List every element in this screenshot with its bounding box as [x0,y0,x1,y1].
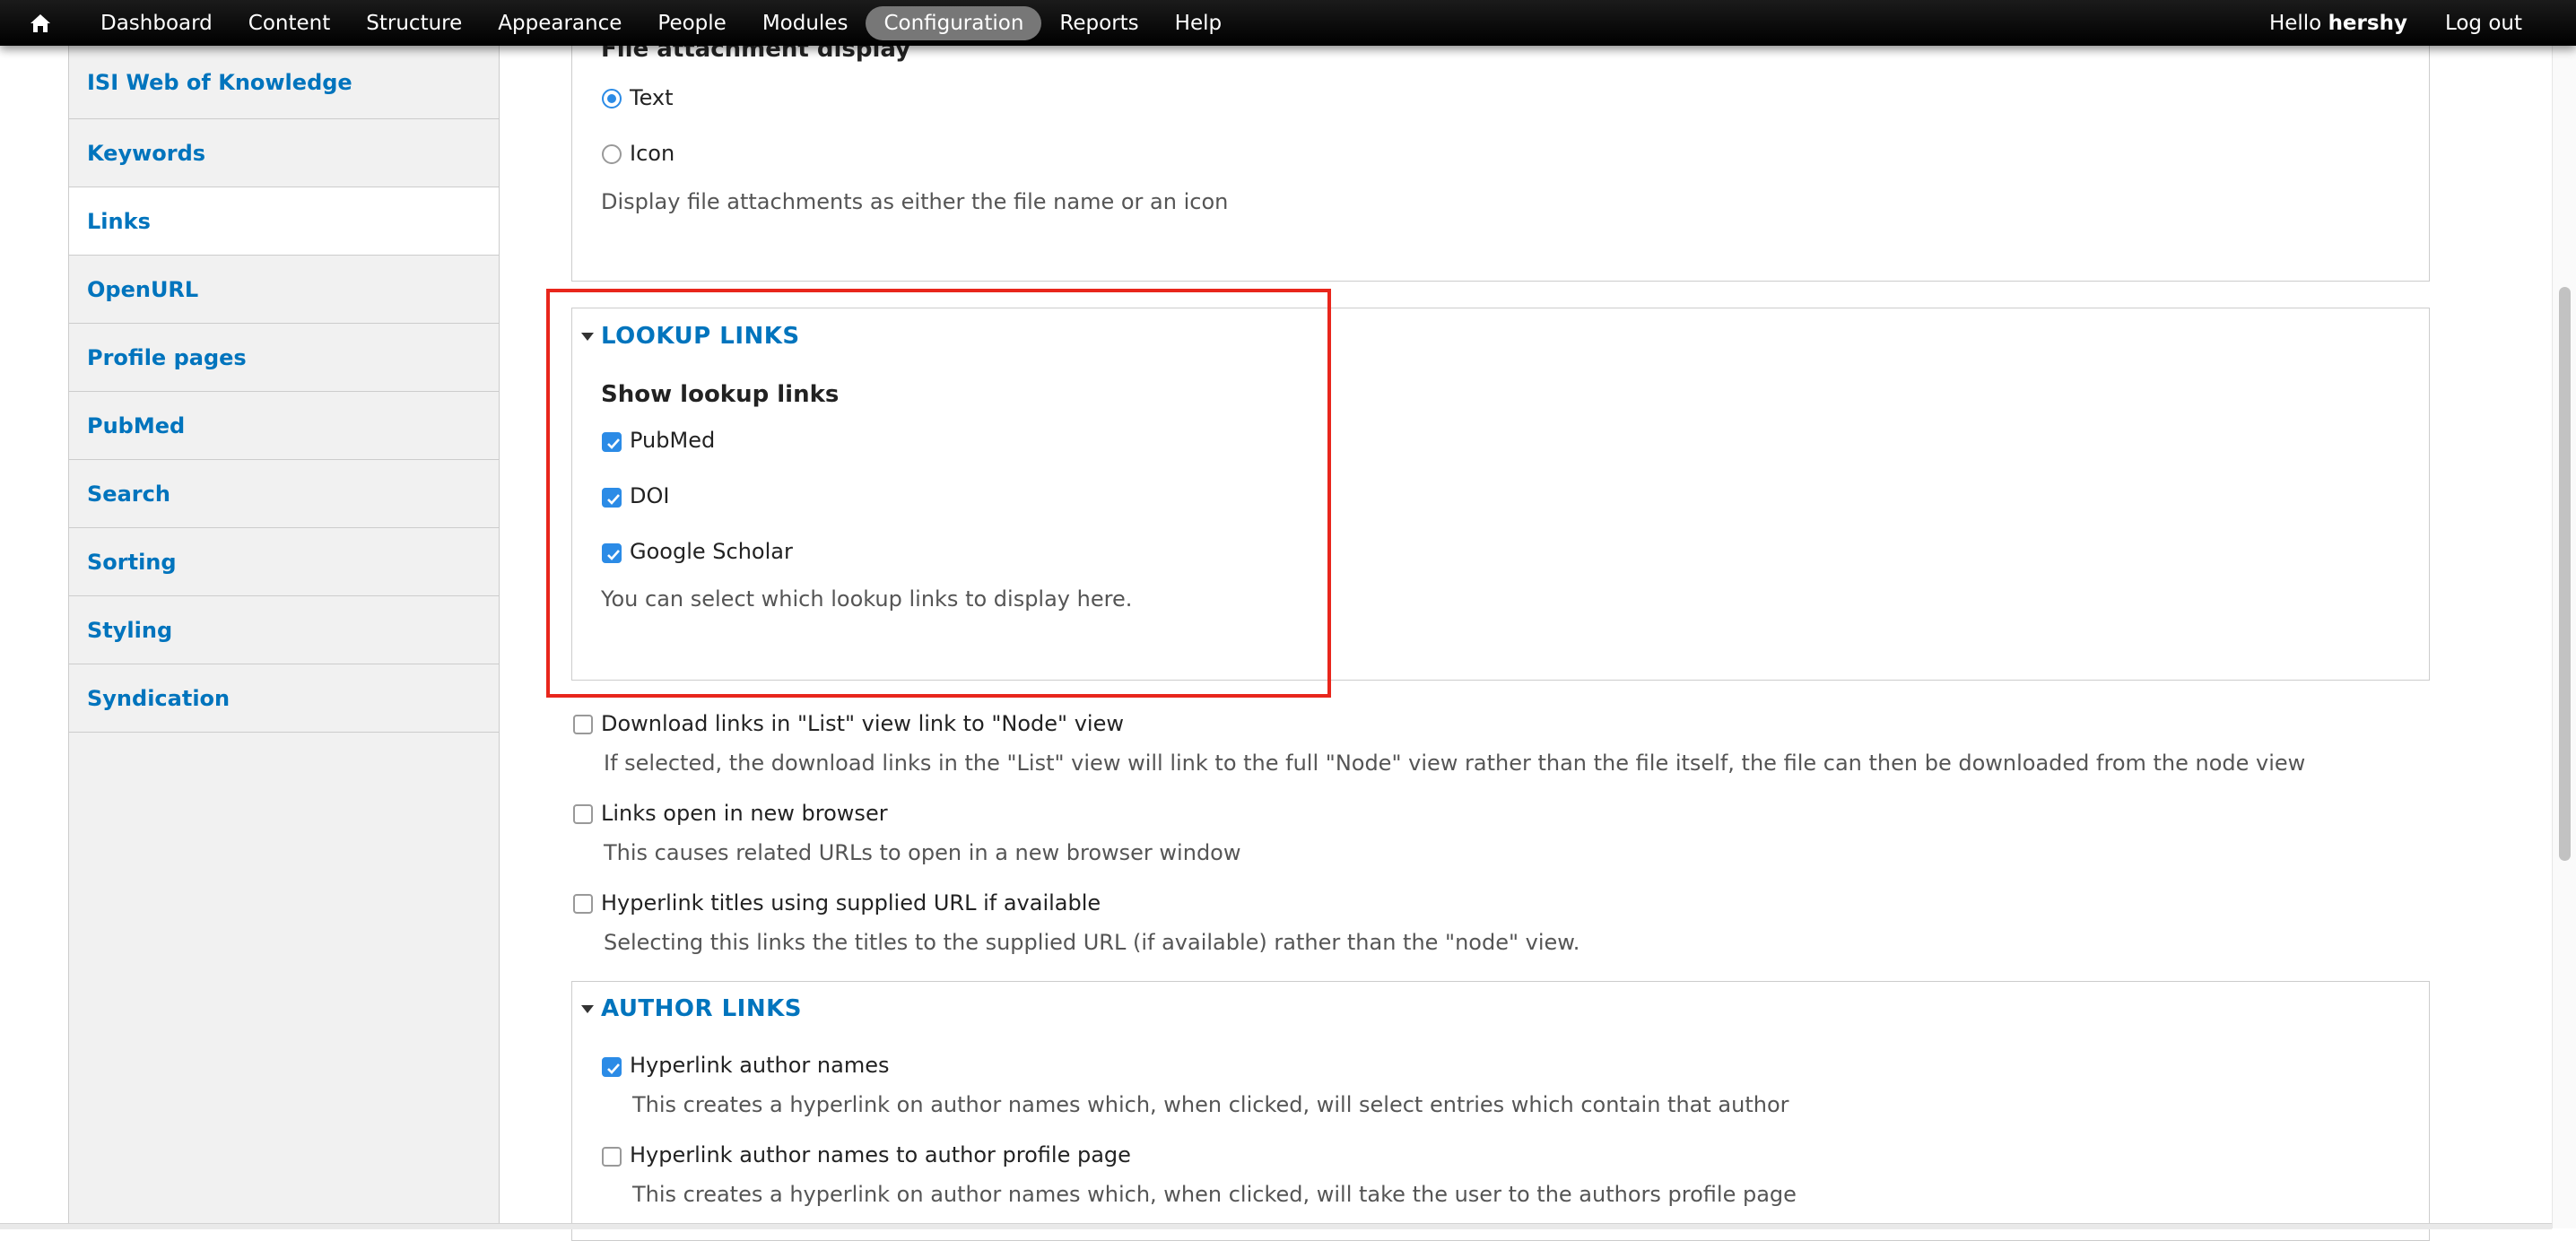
toolbar-item-configuration[interactable]: Configuration [866,5,1042,40]
lookup-links-description: You can select which lookup links to dis… [601,586,1133,612]
checkbox-author-profile-page[interactable] [602,1147,622,1167]
toolbar-item-structure[interactable]: Structure [348,6,480,40]
checkbox-hyperlink-author-names-label[interactable]: Hyperlink author names [630,1053,889,1078]
checkbox-doi[interactable] [602,488,622,508]
home-icon[interactable] [25,8,56,39]
scrollbar-thumb[interactable] [2559,287,2571,861]
user-greeting: Hello hershy [2269,12,2407,35]
checkmark-icon [607,550,620,560]
collapse-triangle-icon [581,332,594,341]
sidebar-item-keywords[interactable]: Keywords [69,119,499,187]
toolbar-item-modules[interactable]: Modules [744,6,866,40]
checkmark-icon [607,494,620,505]
sidebar-item-links[interactable]: Links [69,187,499,256]
checkbox-hyperlink-author-names[interactable] [602,1057,622,1077]
vertical-tabs-sidebar: ISI Web of Knowledge Keywords Links Open… [68,46,500,1228]
checkbox-hyperlink-titles-label[interactable]: Hyperlink titles using supplied URL if a… [601,890,1101,916]
radio-text-label[interactable]: Text [630,85,674,110]
toolbar-item-people[interactable]: People [640,6,744,40]
file-attachment-description: Display file attachments as either the f… [601,189,1229,214]
author-links-legend-label[interactable]: AUTHOR LINKS [601,995,802,1022]
admin-toolbar: Dashboard Content Structure Appearance P… [0,0,2576,46]
sidebar-item-profile-pages[interactable]: Profile pages [69,324,499,392]
sidebar-item-sorting[interactable]: Sorting [69,528,499,596]
toolbar-item-content[interactable]: Content [231,6,348,40]
checkbox-hyperlink-titles[interactable] [573,894,593,914]
checkbox-author-profile-page-label[interactable]: Hyperlink author names to author profile… [630,1142,1131,1167]
checkmark-icon [607,1063,620,1074]
checkbox-links-new-browser[interactable] [573,804,593,824]
toolbar-item-help[interactable]: Help [1157,6,1240,40]
download-links-description: If selected, the download links in the "… [604,751,2306,776]
checkbox-download-links-label[interactable]: Download links in "List" view link to "N… [601,711,1124,736]
greeting-prefix: Hello [2268,11,2328,35]
toolbar-item-dashboard[interactable]: Dashboard [83,6,231,40]
checkbox-pubmed[interactable] [602,432,622,452]
username[interactable]: hershy [2328,12,2407,35]
checkbox-download-links-node-view[interactable] [573,715,593,734]
checkbox-pubmed-label[interactable]: PubMed [630,428,715,453]
logout-link[interactable]: Log out [2445,12,2522,35]
toolbar-item-reports[interactable]: Reports [1041,6,1156,40]
sidebar-item-openurl[interactable]: OpenURL [69,256,499,324]
collapse-triangle-icon [581,1004,594,1013]
radio-icon[interactable] [602,144,622,164]
author-profile-page-description: This creates a hyperlink on author names… [632,1182,1797,1207]
author-links-legend[interactable]: AUTHOR LINKS [581,995,802,1022]
sidebar-item-syndication[interactable]: Syndication [69,664,499,733]
lookup-links-legend-label[interactable]: LOOKUP LINKS [601,323,800,350]
checkbox-google-scholar[interactable] [602,543,622,563]
sidebar-item-pubmed[interactable]: PubMed [69,392,499,460]
lookup-links-fieldset [571,308,2430,681]
lookup-links-legend[interactable]: LOOKUP LINKS [581,323,800,350]
toolbar-item-appearance[interactable]: Appearance [480,6,640,40]
checkbox-google-scholar-label[interactable]: Google Scholar [630,539,793,564]
show-lookup-links-title: Show lookup links [601,381,840,408]
checkmark-icon [607,438,620,449]
radio-text[interactable] [602,89,622,108]
hyperlink-titles-description: Selecting this links the titles to the s… [604,930,1580,955]
checkbox-doi-label[interactable]: DOI [630,483,669,508]
checkbox-links-new-browser-label[interactable]: Links open in new browser [601,801,888,826]
radio-icon-label[interactable]: Icon [630,141,674,166]
sidebar-item-search[interactable]: Search [69,460,499,528]
file-attachment-fieldset [571,27,2430,282]
sidebar-item-isi-web-of-knowledge[interactable]: ISI Web of Knowledge [69,46,499,119]
sidebar-item-styling[interactable]: Styling [69,596,499,664]
hyperlink-author-names-description: This creates a hyperlink on author names… [632,1092,1789,1117]
links-new-browser-description: This causes related URLs to open in a ne… [604,840,1241,865]
